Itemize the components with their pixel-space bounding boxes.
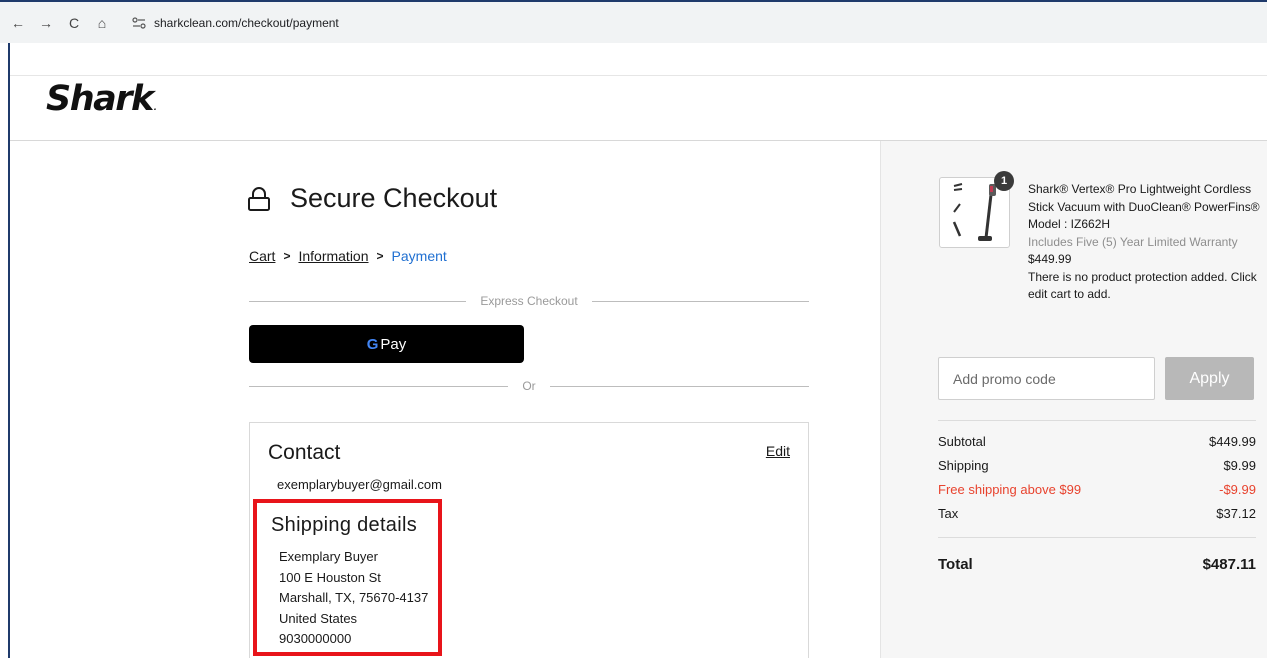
subtotal-row: Subtotal $449.99	[938, 434, 1256, 449]
edit-contact-link[interactable]: Edit	[766, 443, 790, 459]
browser-toolbar: ← → C ⌂ sharkclean.com/checkout/payment	[0, 0, 1267, 43]
express-checkout-divider: Express Checkout	[249, 294, 810, 308]
summary-divider	[938, 537, 1256, 538]
logo-dot: .	[153, 103, 157, 112]
product-name: Shark® Vertex® Pro Lightweight Cordless …	[1028, 182, 1260, 214]
shipping-street: 100 E Houston St	[279, 569, 381, 585]
shipping-row: Shipping $9.99	[938, 458, 1256, 473]
protection-note: There is no product protection added. Cl…	[1028, 269, 1257, 302]
product-model: Model : IZ662H	[1028, 217, 1111, 231]
express-checkout-label: Express Checkout	[480, 294, 578, 308]
tax-row: Tax $37.12	[938, 506, 1256, 521]
logo-text: Shark	[46, 79, 154, 119]
shipping-country: United States	[279, 610, 358, 626]
url-text: sharkclean.com/checkout/payment	[154, 15, 339, 30]
breadcrumb-separator: >	[376, 249, 384, 263]
shark-logo[interactable]: Shark.	[46, 79, 157, 119]
address-bar[interactable]: sharkclean.com/checkout/payment	[124, 8, 1249, 37]
promo-code-input[interactable]	[938, 357, 1155, 400]
product-info: Shark® Vertex® Pro Lightweight Cordless …	[1028, 181, 1263, 304]
shipping-details-highlight: Shipping details Exemplary Buyer 100 E H…	[253, 499, 442, 656]
top-band	[10, 43, 1267, 76]
breadcrumb-payment: Payment	[391, 248, 447, 264]
google-g-icon: G	[366, 335, 379, 353]
gpay-text: Pay	[380, 335, 407, 353]
product-warranty: Includes Five (5) Year Limited Warranty	[1028, 234, 1238, 249]
contact-title: Contact	[268, 441, 341, 464]
contact-email: exemplarybuyer@gmail.com	[277, 477, 442, 492]
shipping-label: Shipping	[938, 458, 989, 473]
total-value: $487.11	[1202, 556, 1256, 573]
product-price: $449.99	[1028, 252, 1072, 266]
shipping-phone: 9030000000	[279, 631, 352, 646]
forward-icon[interactable]: →	[36, 12, 56, 34]
breadcrumb-separator: >	[283, 249, 291, 263]
shipping-value: $9.99	[1223, 458, 1256, 473]
quantity-badge: 1	[994, 171, 1014, 191]
home-icon[interactable]: ⌂	[92, 12, 112, 34]
shipping-name: Exemplary Buyer	[279, 549, 378, 564]
subtotal-value: $449.99	[1209, 434, 1256, 449]
breadcrumb-cart[interactable]: Cart	[249, 248, 275, 264]
free-shipping-label: Free shipping above $99	[938, 482, 1082, 497]
total-label: Total	[938, 556, 973, 573]
page: Shark. Secure Checkout Cart > Informatio…	[8, 43, 1267, 658]
or-label: Or	[522, 379, 536, 393]
divider-line	[549, 385, 809, 387]
contact-card: Contact Edit exemplarybuyer@gmail.com Sh…	[249, 422, 809, 658]
total-row: Total $487.11	[938, 556, 1256, 573]
site-info-icon[interactable]	[130, 15, 148, 31]
page-title: Secure Checkout	[248, 183, 497, 214]
summary-divider	[938, 420, 1256, 421]
shipping-address: Exemplary Buyer 100 E Houston St Marshal…	[279, 547, 428, 650]
lock-icon	[248, 186, 270, 211]
shipping-city: Marshall, TX, 75670-4137	[279, 590, 429, 605]
divider-line	[249, 300, 467, 302]
checkout-main: Secure Checkout Cart > Information > Pay…	[10, 141, 880, 658]
reload-icon[interactable]: C	[64, 12, 84, 34]
back-icon[interactable]: ←	[8, 12, 28, 34]
tax-value: $37.12	[1216, 506, 1256, 521]
breadcrumb: Cart > Information > Payment	[249, 248, 447, 264]
google-pay-button[interactable]: G Pay	[249, 325, 524, 363]
apply-promo-button[interactable]: Apply	[1165, 357, 1254, 400]
or-divider: Or	[249, 379, 809, 393]
divider-line	[591, 300, 810, 302]
order-summary: 1 Shark® Vertex® Pro Lightweight Cordles…	[880, 141, 1267, 658]
free-shipping-row: Free shipping above $99 -$9.99	[938, 482, 1256, 497]
checkout-title-text: Secure Checkout	[290, 183, 498, 213]
subtotal-label: Subtotal	[938, 434, 986, 449]
free-shipping-value: -$9.99	[1219, 482, 1256, 497]
divider-line	[249, 385, 509, 387]
shipping-title: Shipping details	[271, 514, 418, 536]
breadcrumb-information[interactable]: Information	[298, 248, 368, 264]
site-header: Shark.	[10, 76, 1267, 141]
tax-label: Tax	[938, 506, 959, 521]
